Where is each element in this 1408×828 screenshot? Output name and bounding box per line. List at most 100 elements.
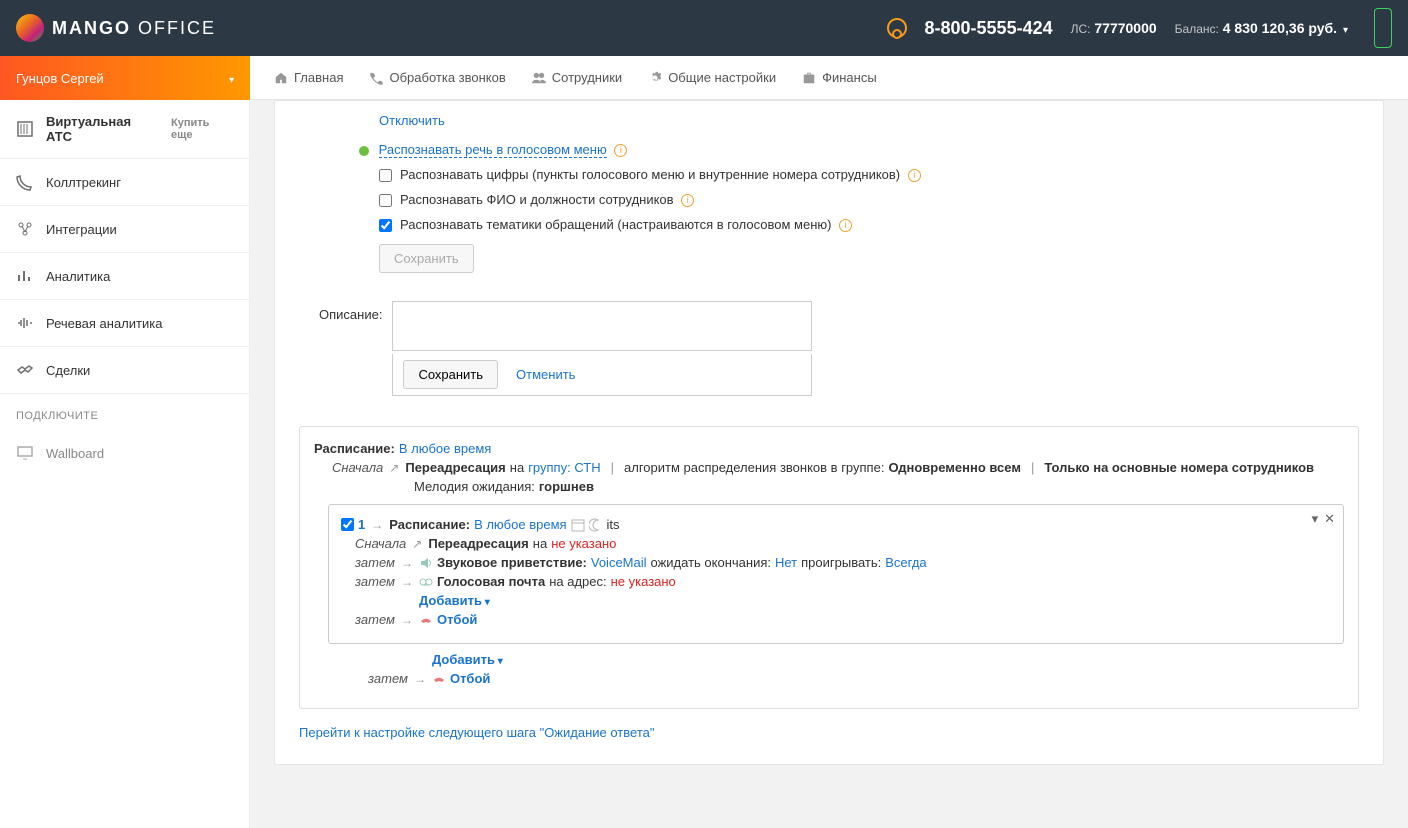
next-step-link[interactable]: Перейти к настройке следующего шага "Ожи… xyxy=(299,725,1359,740)
hangup-icon xyxy=(432,672,446,686)
settings-panel: Отключить Распознавать речь в голосовом … xyxy=(274,100,1384,765)
cb-digits[interactable]: Распознавать цифры (пункты голосового ме… xyxy=(379,167,1359,182)
add-action-button[interactable]: Добавить xyxy=(432,652,503,667)
greeting-value[interactable]: VoiceMail xyxy=(591,555,647,570)
step-tools: ▾ ✕ xyxy=(1312,511,1335,527)
logo-icon xyxy=(16,14,44,42)
sidebar-label: Речевая аналитика xyxy=(46,316,162,331)
wallboard-icon xyxy=(16,444,34,462)
melody-value: горшнев xyxy=(539,479,594,494)
not-set[interactable]: не указано xyxy=(551,536,616,551)
schedule-anytime-link[interactable]: В любое время xyxy=(474,517,566,532)
info-icon[interactable]: i xyxy=(614,144,627,157)
info-icon[interactable]: i xyxy=(839,219,852,232)
cb-topics[interactable]: Распознавать тематики обращений (настраи… xyxy=(379,217,1359,232)
top-nav: Главная Обработка звонков Сотрудники Общ… xyxy=(250,56,1408,100)
forward-label: Переадресация xyxy=(405,460,505,475)
briefcase-icon xyxy=(802,71,816,85)
schedule-label: Расписание: xyxy=(314,441,395,456)
description-row: Описание: Сохранить Отменить xyxy=(319,301,1359,396)
sidebar-item-integrations[interactable]: Интеграции xyxy=(0,206,249,253)
vmail-label: Голосовая почта xyxy=(437,574,545,589)
close-icon[interactable]: ✕ xyxy=(1324,511,1335,527)
sidebar-label: Аналитика xyxy=(46,269,110,284)
cancel-desc-link[interactable]: Отменить xyxy=(516,367,575,382)
buy-more-link[interactable]: Купить еще xyxy=(171,117,233,141)
melody-line: Мелодия ожидания: горшнев xyxy=(414,479,1344,494)
wait-value[interactable]: Нет xyxy=(775,555,797,570)
schedule-header: Расписание: В любое время xyxy=(314,441,1344,456)
melody-label: Мелодия ожидания: xyxy=(414,479,535,494)
greeting-label: Звуковое приветствие: xyxy=(437,555,587,570)
topup-button[interactable] xyxy=(1374,8,1392,48)
logo-text: MANGO OFFICE xyxy=(52,18,216,39)
hangup-link[interactable]: Отбой xyxy=(437,612,477,627)
sidebar-item-pbx[interactable]: Виртуальная АТС Купить еще xyxy=(0,100,249,159)
user-dropdown[interactable]: Гунцов Сергей xyxy=(0,56,250,100)
save-desc-button[interactable]: Сохранить xyxy=(403,360,498,389)
nav-home[interactable]: Главная xyxy=(274,70,343,85)
nav-calls[interactable]: Обработка звонков xyxy=(369,70,505,85)
vmail-addr-label: на адрес: xyxy=(549,574,606,589)
on-label: на xyxy=(533,536,547,551)
support-icon xyxy=(887,18,907,38)
cb-label: Распознавать ФИО и должности сотрудников xyxy=(400,192,674,207)
description-input[interactable] xyxy=(392,301,812,351)
cb-label: Распознавать тематики обращений (настраи… xyxy=(400,217,831,232)
people-icon xyxy=(532,71,546,85)
info-icon[interactable]: i xyxy=(908,169,921,182)
hangup-link[interactable]: Отбой xyxy=(450,671,490,686)
account-label: ЛС: xyxy=(1071,22,1091,36)
cb-topics-input[interactable] xyxy=(379,219,392,232)
speech-recognition-link[interactable]: Распознавать речь в голосовом меню xyxy=(379,142,607,158)
nav-label: Обработка звонков xyxy=(389,70,505,85)
save-speech-button[interactable]: Сохранить xyxy=(379,244,474,273)
play-value[interactable]: Всегда xyxy=(885,555,926,570)
header: MANGO OFFICE 8-800-5555-424 ЛС: 77770000… xyxy=(0,0,1408,56)
sidebar-item-analytics[interactable]: Аналитика xyxy=(0,253,249,300)
step-checkbox[interactable] xyxy=(341,518,354,531)
cb-names[interactable]: Распознавать ФИО и должности сотрудников… xyxy=(379,192,1359,207)
moon-icon[interactable] xyxy=(589,518,603,532)
then-label: затем xyxy=(355,612,395,627)
sidebar-label: Коллтрекинг xyxy=(46,175,121,190)
nav-finance[interactable]: Финансы xyxy=(802,70,877,85)
only-main: Только на основные номера сотрудников xyxy=(1044,460,1314,475)
wait-label: ожидать окончания: xyxy=(651,555,771,570)
arrow-icon: ↗ xyxy=(412,537,422,551)
sidebar-item-calltracking[interactable]: Коллтрекинг xyxy=(0,159,249,206)
info-icon[interactable]: i xyxy=(681,194,694,207)
description-label: Описание: xyxy=(319,301,382,396)
nav-employees[interactable]: Сотрудники xyxy=(532,70,622,85)
sidebar: Виртуальная АТС Купить еще Коллтрекинг И… xyxy=(0,100,250,828)
step-number[interactable]: 1 xyxy=(358,517,365,532)
nav-label: Общие настройки xyxy=(668,70,776,85)
add-action-button[interactable]: Добавить xyxy=(419,593,490,608)
sidebar-label: Интеграции xyxy=(46,222,117,237)
phone-icon xyxy=(369,71,383,85)
support-phone[interactable]: 8-800-5555-424 xyxy=(925,18,1053,39)
home-icon xyxy=(274,71,288,85)
status-dot-icon xyxy=(359,146,369,156)
forward-line: Сначала ↗ Переадресация на группу: СТН |… xyxy=(332,460,1344,475)
logo[interactable]: MANGO OFFICE xyxy=(16,14,216,42)
sidebar-item-speech[interactable]: Речевая аналитика xyxy=(0,300,249,347)
step-1: ▾ ✕ 1 → Расписание: В любое время its xyxy=(328,504,1344,644)
balance[interactable]: Баланс: 4 830 120,36 руб. xyxy=(1175,20,1348,36)
collapse-icon[interactable]: ▾ xyxy=(1312,511,1319,527)
sidebar-item-deals[interactable]: Сделки xyxy=(0,347,249,394)
disable-link[interactable]: Отключить xyxy=(379,113,445,128)
cb-names-input[interactable] xyxy=(379,194,392,207)
balance-label: Баланс: xyxy=(1175,22,1219,36)
on-label: на xyxy=(510,460,524,475)
header-right: 8-800-5555-424 ЛС: 77770000 Баланс: 4 83… xyxy=(887,8,1393,48)
group-link[interactable]: группу: СТН xyxy=(528,460,600,475)
calendar-icon[interactable] xyxy=(571,518,585,532)
sidebar-item-wallboard[interactable]: Wallboard xyxy=(0,430,249,476)
not-set[interactable]: не указано xyxy=(611,574,676,589)
schedule-anytime-link[interactable]: В любое время xyxy=(399,441,491,456)
cb-digits-input[interactable] xyxy=(379,169,392,182)
cb-label: Распознавать цифры (пункты голосового ме… xyxy=(400,167,900,182)
first-label: Сначала xyxy=(332,460,383,475)
nav-settings[interactable]: Общие настройки xyxy=(648,70,776,85)
